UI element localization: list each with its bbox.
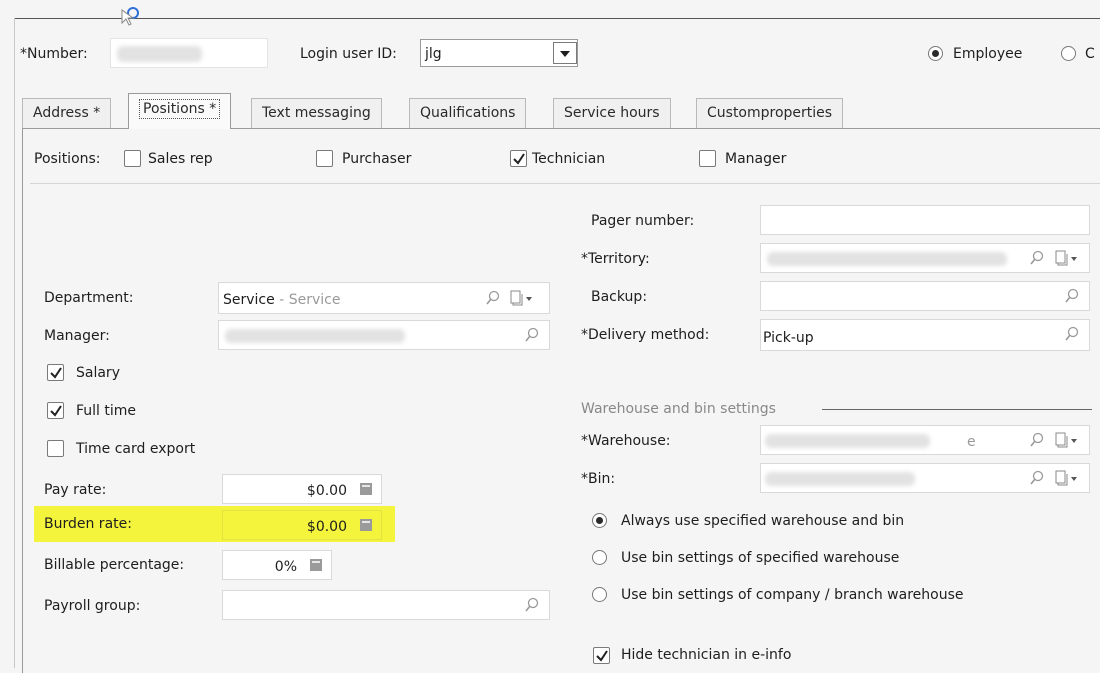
- pager-number-label: Pager number:: [591, 213, 695, 229]
- warehouse-group-line: [822, 409, 1092, 410]
- technician-checkbox[interactable]: [510, 150, 527, 167]
- warehouse-group-label: Warehouse and bin settings: [581, 401, 776, 417]
- always-use-specified-label: Always use specified warehouse and bin: [621, 513, 905, 529]
- backup-field[interactable]: [760, 281, 1090, 311]
- tab-customproperties[interactable]: Customproperties: [696, 98, 844, 128]
- manager-checkbox[interactable]: [699, 150, 716, 167]
- positions-divider: [30, 183, 1100, 184]
- delivery-method-value: Pick-up: [763, 330, 814, 346]
- department-description: - Service: [279, 292, 341, 308]
- calculator-icon[interactable]: [309, 558, 323, 577]
- pay-rate-value: $0.00: [306, 483, 347, 499]
- left-border: [14, 18, 15, 668]
- search-icon[interactable]: [1029, 470, 1045, 491]
- document-dropdown-icon[interactable]: [1054, 249, 1080, 272]
- manager-field[interactable]: [218, 320, 550, 350]
- delivery-method-label: *Delivery method:: [581, 327, 710, 343]
- number-label: *Number:: [20, 46, 88, 62]
- purchaser-checkbox[interactable]: [316, 150, 333, 167]
- calculator-icon[interactable]: [359, 518, 373, 537]
- pay-rate-label: Pay rate:: [44, 482, 107, 498]
- full-time-checkbox[interactable]: [47, 402, 64, 419]
- full-time-label: Full time: [76, 403, 137, 419]
- billable-percentage-value: 0%: [274, 559, 297, 575]
- login-user-label: Login user ID:: [300, 46, 397, 62]
- burden-rate-field[interactable]: $0.00: [222, 510, 382, 540]
- billable-percentage-label: Billable percentage:: [44, 557, 185, 573]
- salary-label: Salary: [76, 365, 120, 381]
- manager-field-label: Manager:: [44, 328, 110, 344]
- search-icon[interactable]: [1029, 432, 1045, 453]
- hide-technician-label: Hide technician in e-info: [621, 647, 792, 663]
- sales-rep-label: Sales rep: [148, 151, 213, 167]
- positions-label: Positions:: [34, 151, 101, 167]
- mouse-cursor-icon: [119, 6, 141, 32]
- other-label: C: [1085, 46, 1095, 62]
- pager-number-field[interactable]: [760, 205, 1090, 235]
- billable-percentage-field[interactable]: 0%: [222, 550, 332, 580]
- burden-rate-value: $0.00: [306, 519, 347, 535]
- use-bin-specified-warehouse-radio[interactable]: [592, 550, 607, 565]
- sales-rep-checkbox[interactable]: [124, 150, 141, 167]
- department-label: Department:: [44, 290, 134, 306]
- document-dropdown-icon[interactable]: [509, 289, 535, 312]
- top-divider: [14, 18, 1100, 19]
- backup-label: Backup:: [591, 289, 648, 305]
- department-field[interactable]: Service - Service: [218, 282, 550, 314]
- purchaser-label: Purchaser: [342, 151, 412, 167]
- document-dropdown-icon[interactable]: [1054, 469, 1080, 492]
- territory-field[interactable]: [760, 243, 1090, 273]
- always-use-specified-radio[interactable]: [592, 513, 607, 528]
- login-user-value: jlg: [425, 46, 442, 62]
- search-icon[interactable]: [1029, 250, 1045, 271]
- tab-panel-left: [22, 128, 23, 673]
- employee-radio[interactable]: [928, 46, 943, 61]
- manager-label: Manager: [725, 151, 787, 167]
- search-icon[interactable]: [485, 290, 501, 311]
- bin-label: *Bin:: [581, 471, 616, 487]
- payroll-group-label: Payroll group:: [44, 598, 141, 614]
- department-value: Service: [223, 292, 275, 308]
- other-radio[interactable]: [1061, 46, 1076, 61]
- technician-label: Technician: [532, 151, 606, 167]
- tab-service-hours[interactable]: Service hours: [553, 98, 671, 128]
- login-dropdown-button[interactable]: [553, 42, 577, 64]
- search-icon[interactable]: [1064, 326, 1080, 347]
- burden-rate-label: Burden rate:: [44, 516, 132, 532]
- number-field[interactable]: [110, 38, 268, 68]
- tab-positions[interactable]: Positions *: [128, 93, 232, 129]
- payroll-group-field[interactable]: [222, 590, 550, 620]
- pay-rate-field[interactable]: $0.00: [222, 474, 382, 504]
- search-icon[interactable]: [524, 327, 540, 348]
- bin-field[interactable]: [760, 463, 1090, 493]
- use-bin-company-warehouse-radio[interactable]: [592, 587, 607, 602]
- tab-text-messaging[interactable]: Text messaging: [251, 98, 382, 128]
- use-bin-company-warehouse-label: Use bin settings of company / branch war…: [621, 587, 964, 603]
- territory-label: *Territory:: [581, 251, 650, 267]
- delivery-method-field[interactable]: Pick-up: [760, 319, 1090, 351]
- search-icon[interactable]: [1064, 288, 1080, 309]
- salary-checkbox[interactable]: [47, 364, 64, 381]
- search-icon[interactable]: [524, 597, 540, 618]
- employee-label: Employee: [953, 46, 1023, 62]
- time-card-export-checkbox[interactable]: [47, 440, 64, 457]
- warehouse-field[interactable]: e: [760, 425, 1090, 455]
- time-card-export-label: Time card export: [76, 441, 196, 457]
- warehouse-value-tail: e: [967, 434, 976, 450]
- calculator-icon[interactable]: [359, 482, 373, 501]
- tab-qualifications[interactable]: Qualifications: [409, 98, 527, 128]
- use-bin-specified-warehouse-label: Use bin settings of specified warehouse: [621, 550, 900, 566]
- warehouse-label: *Warehouse:: [581, 433, 671, 449]
- hide-technician-checkbox[interactable]: [593, 647, 610, 664]
- tab-address[interactable]: Address *: [22, 98, 112, 128]
- document-dropdown-icon[interactable]: [1054, 431, 1080, 454]
